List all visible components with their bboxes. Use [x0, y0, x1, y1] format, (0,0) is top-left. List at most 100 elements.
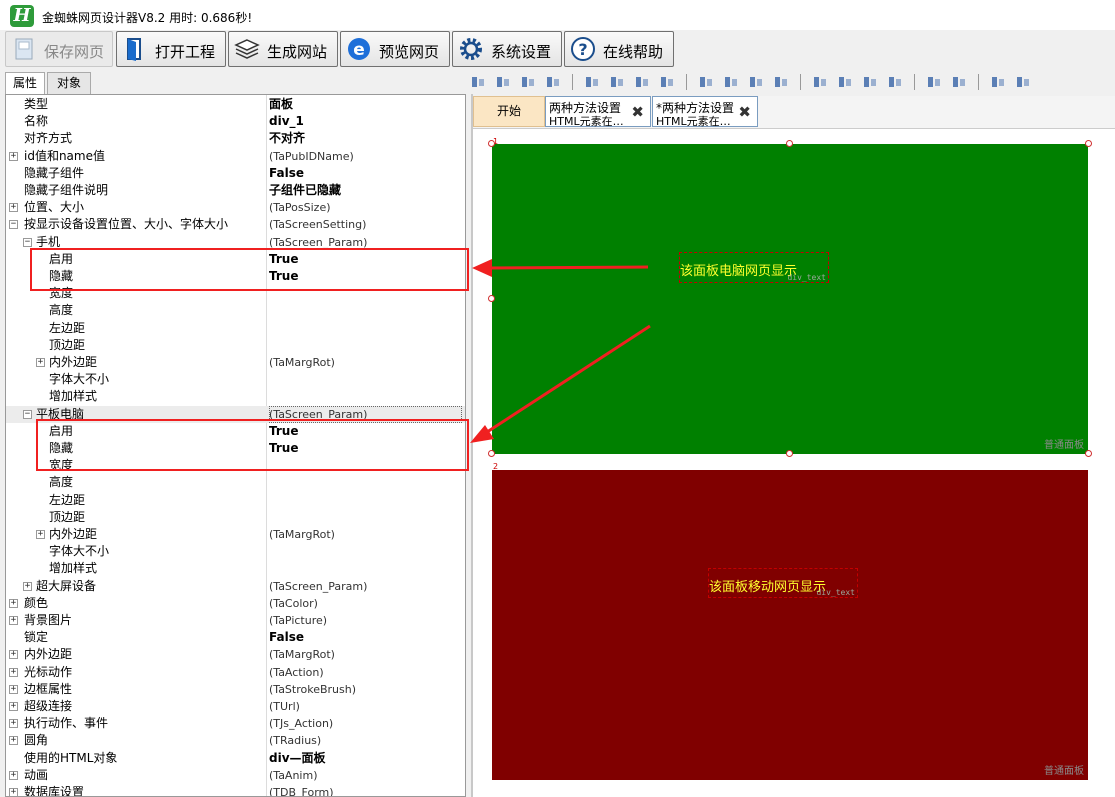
- doc-tab-1[interactable]: 两种方法设置 HTML元素在… ✖: [545, 96, 651, 128]
- panel-desktop[interactable]: 该面板电脑网页显示 div_text 普通面板: [492, 144, 1088, 454]
- property-value[interactable]: div—面板: [269, 750, 326, 767]
- property-row[interactable]: 增加样式: [6, 388, 465, 405]
- send-back-icon[interactable]: [951, 74, 967, 90]
- tab-start[interactable]: 开始: [473, 96, 545, 127]
- property-row[interactable]: + 内外边距 (TaMargRot): [6, 354, 465, 371]
- property-value[interactable]: (TaPosSize): [269, 199, 331, 216]
- resize-handle[interactable]: [1085, 450, 1092, 457]
- property-value[interactable]: (TaPicture): [269, 612, 327, 629]
- property-value[interactable]: (TRadius): [269, 732, 321, 749]
- expand-icon[interactable]: +: [9, 151, 18, 161]
- property-row[interactable]: + 边框属性 (TaStrokeBrush): [6, 681, 465, 698]
- bring-front-icon[interactable]: [926, 74, 942, 90]
- expand-icon[interactable]: +: [9, 684, 18, 694]
- resize-handle[interactable]: [1085, 140, 1092, 147]
- collapse-icon[interactable]: −: [23, 237, 32, 247]
- node-icon[interactable]: [545, 74, 561, 90]
- open-project-button[interactable]: 打开工程: [116, 31, 226, 67]
- doc-tab-2[interactable]: *两种方法设置 HTML元素在… ✖: [652, 96, 758, 128]
- property-row[interactable]: + 动画 (TaAnim): [6, 767, 465, 784]
- property-value[interactable]: (TaMargRot): [269, 526, 335, 543]
- close-icon[interactable]: ✖: [631, 103, 644, 121]
- property-value[interactable]: False: [269, 165, 304, 182]
- property-row[interactable]: + 内外边距 (TaMargRot): [6, 526, 465, 543]
- expand-icon[interactable]: +: [9, 702, 18, 711]
- close-icon[interactable]: ✖: [738, 103, 751, 121]
- property-row[interactable]: + id值和name值 (TaPubIDName): [6, 148, 465, 165]
- property-value[interactable]: (TJs_Action): [269, 715, 333, 732]
- property-value[interactable]: (TaAnim): [269, 767, 318, 784]
- align-justify-icon[interactable]: [659, 74, 675, 90]
- space-h-icon[interactable]: [812, 74, 828, 90]
- property-row[interactable]: 类型 面板: [6, 96, 465, 113]
- preview-page-button[interactable]: e 预览网页: [340, 31, 450, 67]
- node-icon[interactable]: [495, 74, 511, 90]
- align-center-icon[interactable]: [609, 74, 625, 90]
- desktop-text-box[interactable]: 该面板电脑网页显示 div_text: [679, 252, 829, 283]
- expand-icon[interactable]: +: [9, 667, 18, 677]
- expand-icon[interactable]: +: [9, 736, 18, 746]
- expand-icon[interactable]: +: [9, 788, 18, 796]
- property-row[interactable]: 字体大不小: [6, 371, 465, 388]
- property-row[interactable]: 隐藏子组件 False: [6, 165, 465, 182]
- resize-handle[interactable]: [488, 450, 495, 457]
- property-row[interactable]: 左边距: [6, 492, 465, 509]
- property-row[interactable]: + 数据库设置 (TDB_Form): [6, 784, 465, 796]
- expand-icon[interactable]: +: [9, 598, 18, 608]
- align-right-icon[interactable]: [634, 74, 650, 90]
- property-value[interactable]: (TaAction): [269, 664, 324, 681]
- property-row[interactable]: + 执行动作、事件 (TJs_Action): [6, 715, 465, 732]
- property-row[interactable]: + 超级连接 (TUrl): [6, 698, 465, 715]
- property-value[interactable]: div_1: [269, 113, 304, 130]
- property-value[interactable]: 子组件已隐藏: [269, 182, 341, 199]
- property-row[interactable]: 对齐方式 不对齐: [6, 130, 465, 147]
- property-row[interactable]: + 颜色 (TaColor): [6, 595, 465, 612]
- property-value[interactable]: (TaMargRot): [269, 646, 335, 663]
- property-row[interactable]: + 超大屏设备 (TaScreen_Param): [6, 578, 465, 595]
- property-row[interactable]: + 内外边距 (TaMargRot): [6, 646, 465, 663]
- expand-icon[interactable]: +: [9, 719, 18, 729]
- property-row[interactable]: 锁定 False: [6, 629, 465, 646]
- tab-properties[interactable]: 属性: [5, 72, 45, 95]
- center-h-icon[interactable]: [862, 74, 878, 90]
- system-settings-button[interactable]: 系统设置: [452, 31, 562, 67]
- generate-site-button[interactable]: 生成网站: [228, 31, 338, 67]
- property-row[interactable]: + 光标动作 (TaAction): [6, 664, 465, 681]
- node-icon[interactable]: [470, 74, 486, 90]
- property-value[interactable]: (TDB_Form): [269, 784, 334, 796]
- align-middle-icon[interactable]: [723, 74, 739, 90]
- save-page-button[interactable]: 保存网页: [5, 31, 113, 67]
- collapse-icon[interactable]: −: [9, 220, 18, 230]
- panel-mobile[interactable]: 该面板移动网页显示 div_text 普通面板: [492, 470, 1088, 780]
- space-v-icon[interactable]: [837, 74, 853, 90]
- property-row[interactable]: 增加样式: [6, 560, 465, 577]
- node-icon[interactable]: [520, 74, 536, 90]
- expand-icon[interactable]: +: [36, 358, 45, 367]
- property-row[interactable]: 高度: [6, 302, 465, 319]
- expand-icon[interactable]: +: [36, 530, 45, 539]
- property-value[interactable]: False: [269, 629, 304, 646]
- resize-handle[interactable]: [786, 140, 793, 147]
- property-row[interactable]: + 圆角 (TRadius): [6, 732, 465, 749]
- resize-handle[interactable]: [488, 295, 495, 302]
- center-v-icon[interactable]: [887, 74, 903, 90]
- property-value[interactable]: (TaScreen_Param): [269, 578, 367, 595]
- zoom-icon[interactable]: [1015, 74, 1031, 90]
- property-value[interactable]: (TaScreenSetting): [269, 216, 366, 233]
- property-row[interactable]: 左边距: [6, 320, 465, 337]
- expand-icon[interactable]: +: [9, 616, 18, 625]
- expand-icon[interactable]: +: [9, 203, 18, 213]
- online-help-button[interactable]: ? 在线帮助: [564, 31, 674, 67]
- property-value[interactable]: (TaStrokeBrush): [269, 681, 356, 698]
- expand-icon[interactable]: +: [9, 770, 18, 780]
- property-row[interactable]: + 背景图片 (TaPicture): [6, 612, 465, 629]
- property-row[interactable]: − 按显示设备设置位置、大小、字体大小 (TaScreenSetting): [6, 216, 465, 233]
- expand-icon[interactable]: +: [23, 581, 32, 591]
- property-row[interactable]: 高度: [6, 474, 465, 491]
- property-value[interactable]: (TUrl): [269, 698, 300, 715]
- align-top-icon[interactable]: [698, 74, 714, 90]
- expand-icon[interactable]: +: [9, 650, 18, 660]
- property-value[interactable]: 不对齐: [269, 130, 305, 147]
- align-bottom-icon[interactable]: [748, 74, 764, 90]
- align-left-icon[interactable]: [584, 74, 600, 90]
